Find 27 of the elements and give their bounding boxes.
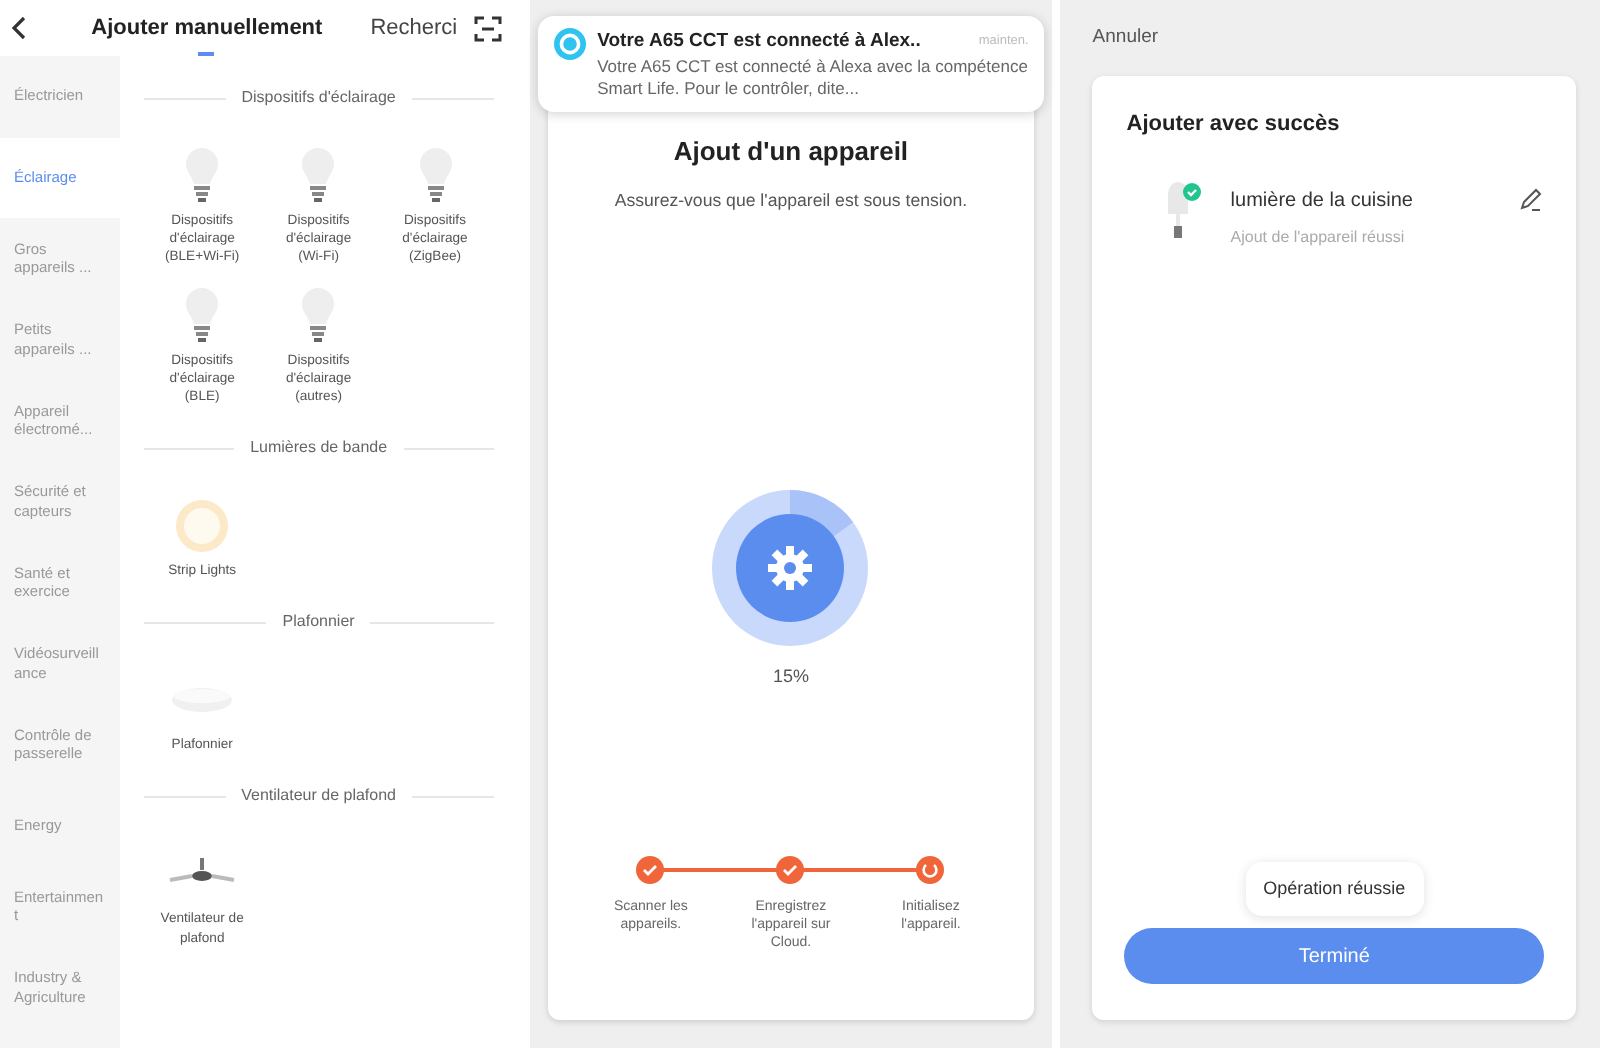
bulb-icon — [300, 285, 337, 346]
cancel-link[interactable]: Annuler — [1092, 24, 1159, 53]
done-button[interactable]: Terminé — [1124, 928, 1544, 984]
bulb-icon — [184, 146, 221, 206]
bulb-icon — [184, 285, 221, 346]
success-toast: Opération réussie — [1245, 861, 1424, 916]
device-status: Ajout de l'appareil réussi — [1230, 225, 1407, 250]
strip-light-icon — [174, 498, 231, 555]
success-title: Ajouter avec succès — [1126, 110, 1342, 141]
section-title: Plafonnier — [282, 610, 355, 635]
section-title: Ventilateur de plafond — [241, 784, 397, 809]
device-name: lumière de la cuisine — [1230, 187, 1415, 216]
notification-text: Votre A65 CCT est connecté à Alexa avec la compétence Smart Life. Pour le contrôler, dite... — [597, 56, 1029, 101]
section-title: Dispositifs d'éclairage — [241, 86, 396, 110]
notification-title: Votre A65 CCT est connecté à Alex.. — [597, 28, 921, 56]
instruction-text: Assurez-vous que l'appareil est sous tension. — [614, 187, 968, 214]
bulb-icon — [300, 146, 337, 206]
tab[interactable]: Ajouter manuellement — [91, 11, 323, 57]
page-title: Ajout d'un appareil — [673, 134, 909, 170]
bulb-icon — [417, 146, 453, 206]
scan-icon[interactable] — [473, 15, 502, 41]
section-title: Lumières de bande — [250, 436, 388, 461]
back-icon[interactable] — [12, 16, 28, 40]
alexa-icon — [553, 28, 586, 60]
edit-icon[interactable] — [1518, 187, 1542, 212]
tab[interactable]: Recherci — [370, 11, 458, 57]
progress-percent: 15% — [772, 663, 809, 690]
